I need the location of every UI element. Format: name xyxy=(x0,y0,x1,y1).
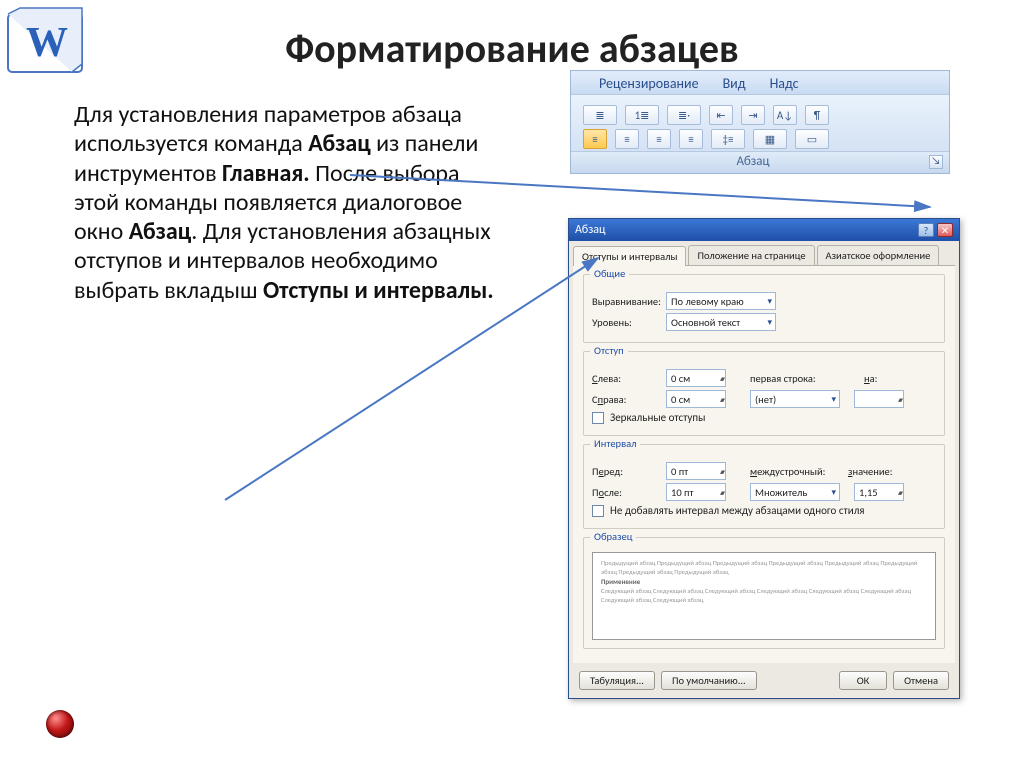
slide-title: Форматирование абзацев xyxy=(0,24,1024,73)
slide-body: Для установления параметров абзаца испол… xyxy=(74,100,504,305)
tab-asian[interactable]: Азиатское оформление xyxy=(817,245,940,265)
help-icon[interactable]: ? xyxy=(918,223,934,237)
group-spacing: Интервал Перед: 0 пт междустрочный: знач… xyxy=(583,444,945,529)
alignment-label: Выравнивание: xyxy=(592,295,660,308)
firstline-label: первая строка: xyxy=(750,372,828,385)
ribbon-tab-view[interactable]: Вид xyxy=(723,75,746,92)
before-label: Перед: xyxy=(592,465,660,478)
tab-indents-spacing[interactable]: Отступы и интервалы xyxy=(573,246,686,266)
linespacing-label: междустрочный: xyxy=(750,465,828,478)
group-sample: Образец Предыдущий абзац Предыдущий абза… xyxy=(583,537,945,649)
firstline-by-spin[interactable] xyxy=(854,390,904,408)
bullets-icon[interactable]: ≣ xyxy=(583,105,617,125)
before-spin[interactable]: 0 пт xyxy=(666,462,726,480)
ribbon-group-label: Абзац xyxy=(577,154,929,169)
borders-icon[interactable]: ▭ xyxy=(795,129,829,149)
indent-left-spin[interactable]: 0 см xyxy=(666,369,726,387)
linespacing-combo[interactable]: Множитель xyxy=(750,483,840,501)
level-combo[interactable]: Основной текст xyxy=(666,313,776,331)
sort-icon[interactable]: A↓ xyxy=(773,105,797,125)
ok-button[interactable]: ОК xyxy=(839,671,887,690)
justify-icon[interactable]: ≡ xyxy=(679,129,703,149)
tabs-button[interactable]: Табуляция... xyxy=(579,671,655,690)
mirror-indents-label: Зеркальные отступы xyxy=(610,411,705,424)
dialog-title-text: Абзац xyxy=(575,223,606,237)
indent-left-label: Слева: xyxy=(592,372,660,385)
numbering-icon[interactable]: 1≣ xyxy=(625,105,659,125)
pilcrow-icon[interactable]: ¶ xyxy=(805,105,829,125)
preview-box: Предыдущий абзац Предыдущий абзац Предыд… xyxy=(592,552,936,640)
tab-line-page-breaks[interactable]: Положение на странице xyxy=(688,245,814,265)
indent-right-spin[interactable]: 0 см xyxy=(666,390,726,408)
after-label: После: xyxy=(592,486,660,499)
multilevel-icon[interactable]: ≣· xyxy=(667,105,701,125)
line-spacing-icon[interactable]: ‡≡ xyxy=(711,129,745,149)
default-button[interactable]: По умолчанию... xyxy=(661,671,757,690)
close-icon[interactable]: ✕ xyxy=(937,223,953,237)
cancel-button[interactable]: Отмена xyxy=(893,671,949,690)
firstline-combo[interactable]: (нет) xyxy=(750,390,840,408)
at-label: значение: xyxy=(848,465,896,478)
indent-right-label: Справа: xyxy=(592,393,660,406)
align-center-icon[interactable]: ≡ xyxy=(615,129,639,149)
level-label: Уровень: xyxy=(592,316,660,329)
record-orb-icon xyxy=(46,710,74,738)
ribbon-tabs: Рецензирование Вид Надс xyxy=(571,71,949,95)
mirror-indents-checkbox[interactable] xyxy=(592,412,604,424)
ribbon-tab-review[interactable]: Рецензирование xyxy=(599,75,699,92)
group-indent: Отступ Слева: 0 см первая строка: на: Сп… xyxy=(583,351,945,436)
nospace-same-style-checkbox[interactable] xyxy=(592,505,604,517)
dialog-titlebar: Абзац ? ✕ xyxy=(569,219,959,241)
paragraph-dialog: Абзац ? ✕ Отступы и интервалы Положение … xyxy=(568,218,960,699)
align-right-icon[interactable]: ≡ xyxy=(647,129,671,149)
linespacing-at-spin[interactable]: 1,15 xyxy=(854,483,904,501)
indent-increase-icon[interactable]: ⇥ xyxy=(741,105,765,125)
alignment-combo[interactable]: По левому краю xyxy=(666,292,776,310)
indent-decrease-icon[interactable]: ⇤ xyxy=(709,105,733,125)
nospace-same-style-label: Не добавлять интервал между абзацами одн… xyxy=(610,504,865,517)
dialog-launcher-icon[interactable] xyxy=(929,155,943,169)
after-spin[interactable]: 10 пт xyxy=(666,483,726,501)
by-label: на: xyxy=(864,372,890,385)
align-left-icon[interactable]: ≡ xyxy=(583,129,607,149)
group-general: Общие Выравнивание: По левому краю Урове… xyxy=(583,274,945,343)
ribbon-paragraph-group: Рецензирование Вид Надс ≣ 1≣ ≣· ⇤ ⇥ A↓ ¶… xyxy=(570,70,950,174)
shading-icon[interactable]: ▦ xyxy=(753,129,787,149)
ribbon-tab-addins[interactable]: Надс xyxy=(770,75,799,92)
